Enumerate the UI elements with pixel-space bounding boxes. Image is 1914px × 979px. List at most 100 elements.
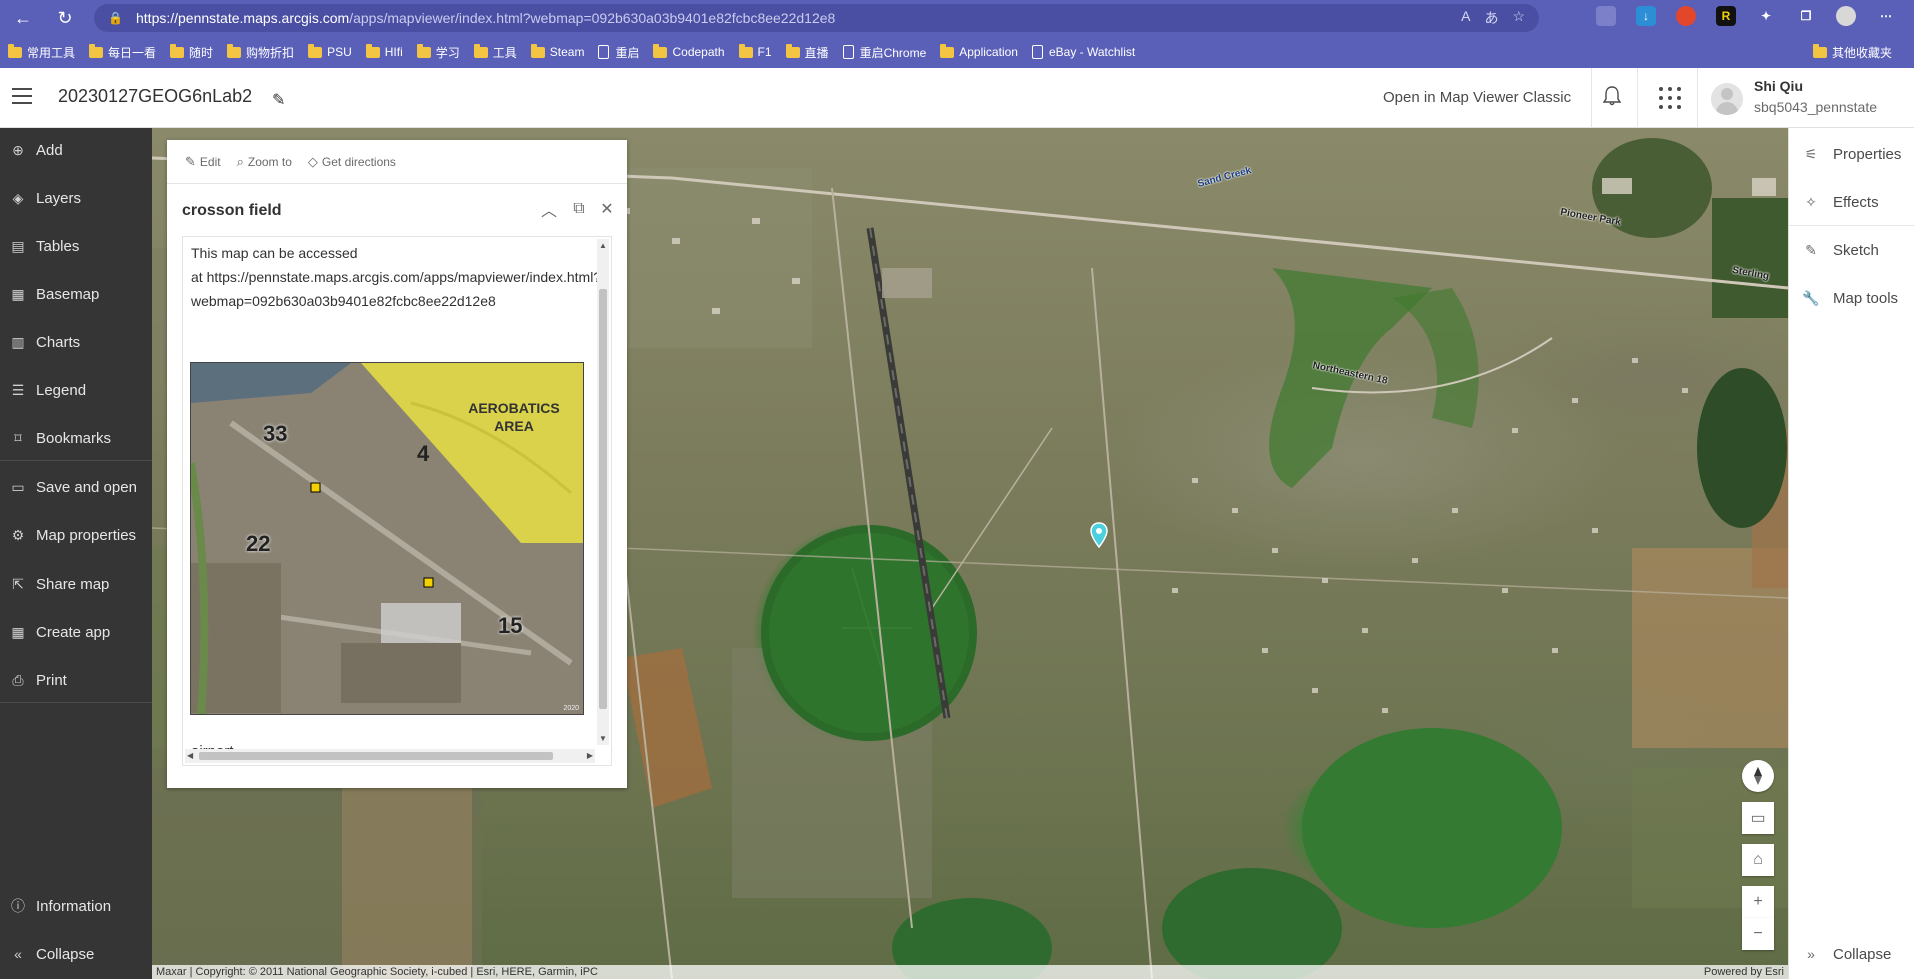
avatar[interactable]: [1711, 83, 1743, 115]
bookmark-folder[interactable]: 学习: [416, 43, 460, 61]
bookmark-folder[interactable]: F1: [738, 43, 772, 59]
bookmark-folder[interactable]: 购物折扣: [227, 43, 294, 61]
get-directions-action[interactable]: ◇ Get directions: [308, 154, 396, 170]
bookmark-folder[interactable]: Steam: [530, 43, 584, 59]
powered-by-esri[interactable]: Powered by Esri: [1704, 965, 1784, 979]
right-panel-item-map-tools[interactable]: 🔧 Map tools: [1789, 274, 1914, 322]
left-panel-item-create-app[interactable]: ▦ Create app: [0, 612, 152, 652]
profile-avatar-icon[interactable]: [1836, 6, 1856, 26]
compass-icon[interactable]: [1742, 760, 1774, 792]
scroll-left-arrow-icon[interactable]: ◀: [187, 751, 193, 760]
left-panel-item-map-properties[interactable]: ⚙ Map properties: [0, 515, 152, 555]
bookmark-page[interactable]: 重启: [598, 44, 639, 61]
collapse-popup-chevron-up-icon[interactable]: ︿: [535, 194, 563, 224]
bookmark-label: 每日一看: [108, 45, 157, 60]
bookmark-folder[interactable]: 每日一看: [89, 43, 157, 61]
location-pin-icon[interactable]: [1090, 522, 1108, 548]
left-panel-item-bookmarks[interactable]: ⌑ Bookmarks: [0, 418, 152, 458]
left-panel-item-tables[interactable]: ▤ Tables: [0, 226, 152, 266]
collapse-right-button[interactable]: » Collapse: [1789, 930, 1914, 978]
folder-icon: [738, 43, 753, 58]
extension-icon-2[interactable]: [1676, 6, 1696, 26]
zoom-out-button[interactable]: −: [1742, 918, 1774, 950]
folder-icon: [530, 43, 545, 58]
scroll-right-arrow-icon[interactable]: ▶: [587, 751, 593, 760]
screen-icon[interactable]: ▭: [1742, 802, 1774, 834]
bookmark-page[interactable]: 重启Chrome: [842, 44, 926, 61]
hamburger-menu-icon[interactable]: [12, 88, 32, 104]
chart-icon: ▥: [11, 333, 25, 350]
vertical-scrollbar[interactable]: ▲ ▼: [597, 239, 609, 745]
folder-icon: [473, 43, 488, 58]
folder-icon: [170, 43, 185, 58]
back-icon[interactable]: ←: [6, 0, 40, 36]
favorite-star-icon[interactable]: ☆: [1512, 8, 1525, 28]
dock-popup-icon[interactable]: ⧉: [565, 194, 593, 224]
bookmark-folder[interactable]: 直播: [785, 43, 829, 61]
home-icon[interactable]: ⌂: [1742, 844, 1774, 876]
left-panel-item-label: Layers: [36, 189, 82, 207]
right-panel-item-label: Effects: [1833, 193, 1879, 211]
bookmark-folder[interactable]: HIfi: [365, 43, 403, 59]
information-button[interactable]: ⓘ Information: [0, 886, 152, 926]
bookmark-label: eBay - Watchlist: [1048, 45, 1136, 59]
collections-icon[interactable]: ❐: [1796, 6, 1816, 26]
pencil-icon: ✎: [185, 153, 196, 169]
left-panel-item-share-map[interactable]: ⇱ Share map: [0, 564, 152, 604]
bookmark-folder[interactable]: 常用工具: [8, 43, 75, 61]
scroll-down-arrow-icon[interactable]: ▼: [599, 734, 607, 743]
download-icon[interactable]: ↓: [1636, 6, 1656, 26]
table-icon: ▤: [11, 237, 25, 254]
folder-icon: [227, 43, 242, 58]
left-panel-item-add[interactable]: ⊕ Add: [0, 130, 152, 170]
left-panel-item-print[interactable]: ⎙ Print: [0, 660, 152, 700]
left-panel-item-legend[interactable]: ☰ Legend: [0, 370, 152, 410]
other-bookmarks[interactable]: 其他收藏夹: [1812, 36, 1906, 68]
notifications-bell-icon[interactable]: [1602, 86, 1622, 111]
legend-icon: ☰: [11, 381, 25, 398]
extension-icon-1[interactable]: [1596, 6, 1616, 26]
open-classic-link[interactable]: Open in Map Viewer Classic: [1383, 89, 1571, 106]
runway-label-15: 15: [498, 613, 523, 638]
extensions-puzzle-icon[interactable]: ✦: [1756, 6, 1776, 26]
read-aloud-icon[interactable]: A: [1461, 8, 1470, 28]
user-handle[interactable]: sbq5043_pennstate: [1754, 99, 1877, 115]
address-bar[interactable]: 🔒 https://pennstate.maps.arcgis.com/apps…: [94, 4, 1539, 32]
app-launcher-icon[interactable]: [1659, 87, 1681, 109]
left-panel-item-basemap[interactable]: ▦ Basemap: [0, 274, 152, 314]
left-panel-item-charts[interactable]: ▥ Charts: [0, 322, 152, 362]
right-panel-item-sketch[interactable]: ✎ Sketch: [1789, 226, 1914, 274]
left-panel-item-label: Save and open: [36, 478, 137, 496]
reload-icon[interactable]: ↻: [48, 0, 82, 36]
collapse-right-label: Collapse: [1833, 945, 1892, 963]
zoom-in-button[interactable]: +: [1742, 886, 1774, 918]
bookmark-folder[interactable]: Codepath: [653, 43, 725, 59]
right-panel-item-effects[interactable]: ✧ Effects: [1789, 178, 1914, 226]
runway-label-33: 33: [263, 421, 288, 446]
edit-title-pencil-icon[interactable]: ✎: [272, 90, 285, 110]
right-panel-item-properties[interactable]: ⚟ Properties: [1789, 130, 1914, 178]
collapse-left-button[interactable]: « Collapse: [0, 934, 152, 974]
bookmark-folder[interactable]: PSU: [308, 43, 352, 59]
translate-icon[interactable]: あ: [1484, 8, 1498, 28]
horizontal-scroll-thumb[interactable]: [199, 752, 553, 760]
get-directions-label: Get directions: [321, 154, 396, 169]
zoom-to-action[interactable]: ⌕ Zoom to: [237, 154, 292, 170]
vertical-scroll-thumb[interactable]: [599, 289, 607, 709]
bookmark-folder[interactable]: 工具: [473, 43, 517, 61]
user-name[interactable]: Shi Qiu: [1754, 78, 1803, 94]
bookmark-folder[interactable]: 随时: [170, 43, 213, 61]
left-panel-item-layers[interactable]: ◈ Layers: [0, 178, 152, 218]
horizontal-scrollbar[interactable]: ◀ ▶: [185, 749, 595, 763]
chevrons-right-icon: »: [1807, 946, 1815, 962]
close-popup-icon[interactable]: ✕: [593, 194, 621, 224]
more-menu-icon[interactable]: ⋯: [1876, 6, 1896, 26]
scroll-up-arrow-icon[interactable]: ▲: [599, 241, 607, 250]
popup-content[interactable]: This map can be accessed at https://penn…: [182, 236, 612, 766]
bookmark-page[interactable]: eBay - Watchlist: [1031, 45, 1136, 59]
edit-action[interactable]: ✎ Edit: [185, 154, 221, 170]
feature-popup: ✎ Edit ⌕ Zoom to ◇ Get directions crosson f…: [167, 140, 627, 788]
left-panel-item-save-and-open[interactable]: ▭ Save and open: [0, 467, 152, 507]
bookmark-folder[interactable]: Application: [940, 43, 1018, 59]
extension-r-icon[interactable]: R: [1716, 6, 1736, 26]
